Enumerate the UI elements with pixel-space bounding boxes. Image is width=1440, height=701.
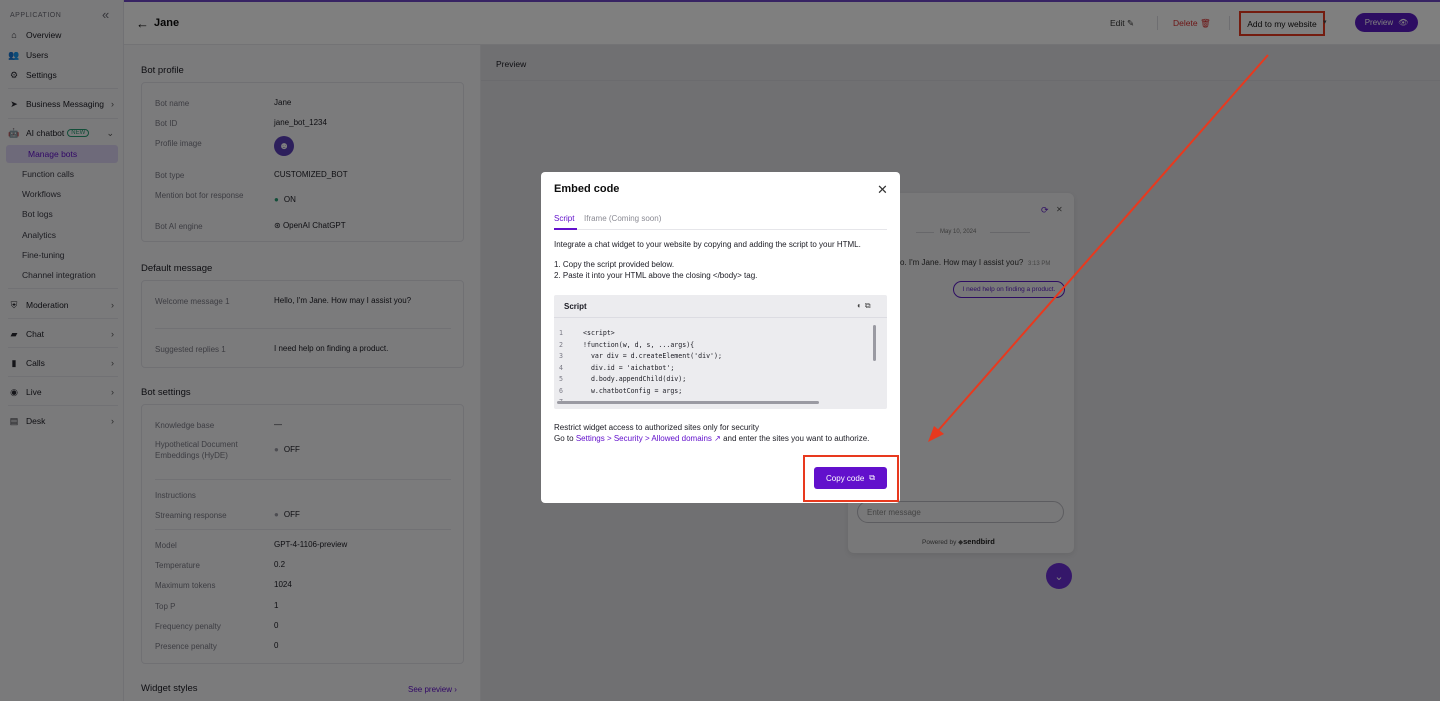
annotation-arrow-head bbox=[928, 426, 944, 442]
annotation-arrow-line bbox=[935, 54, 1269, 434]
annotation-arrow bbox=[928, 54, 1269, 442]
